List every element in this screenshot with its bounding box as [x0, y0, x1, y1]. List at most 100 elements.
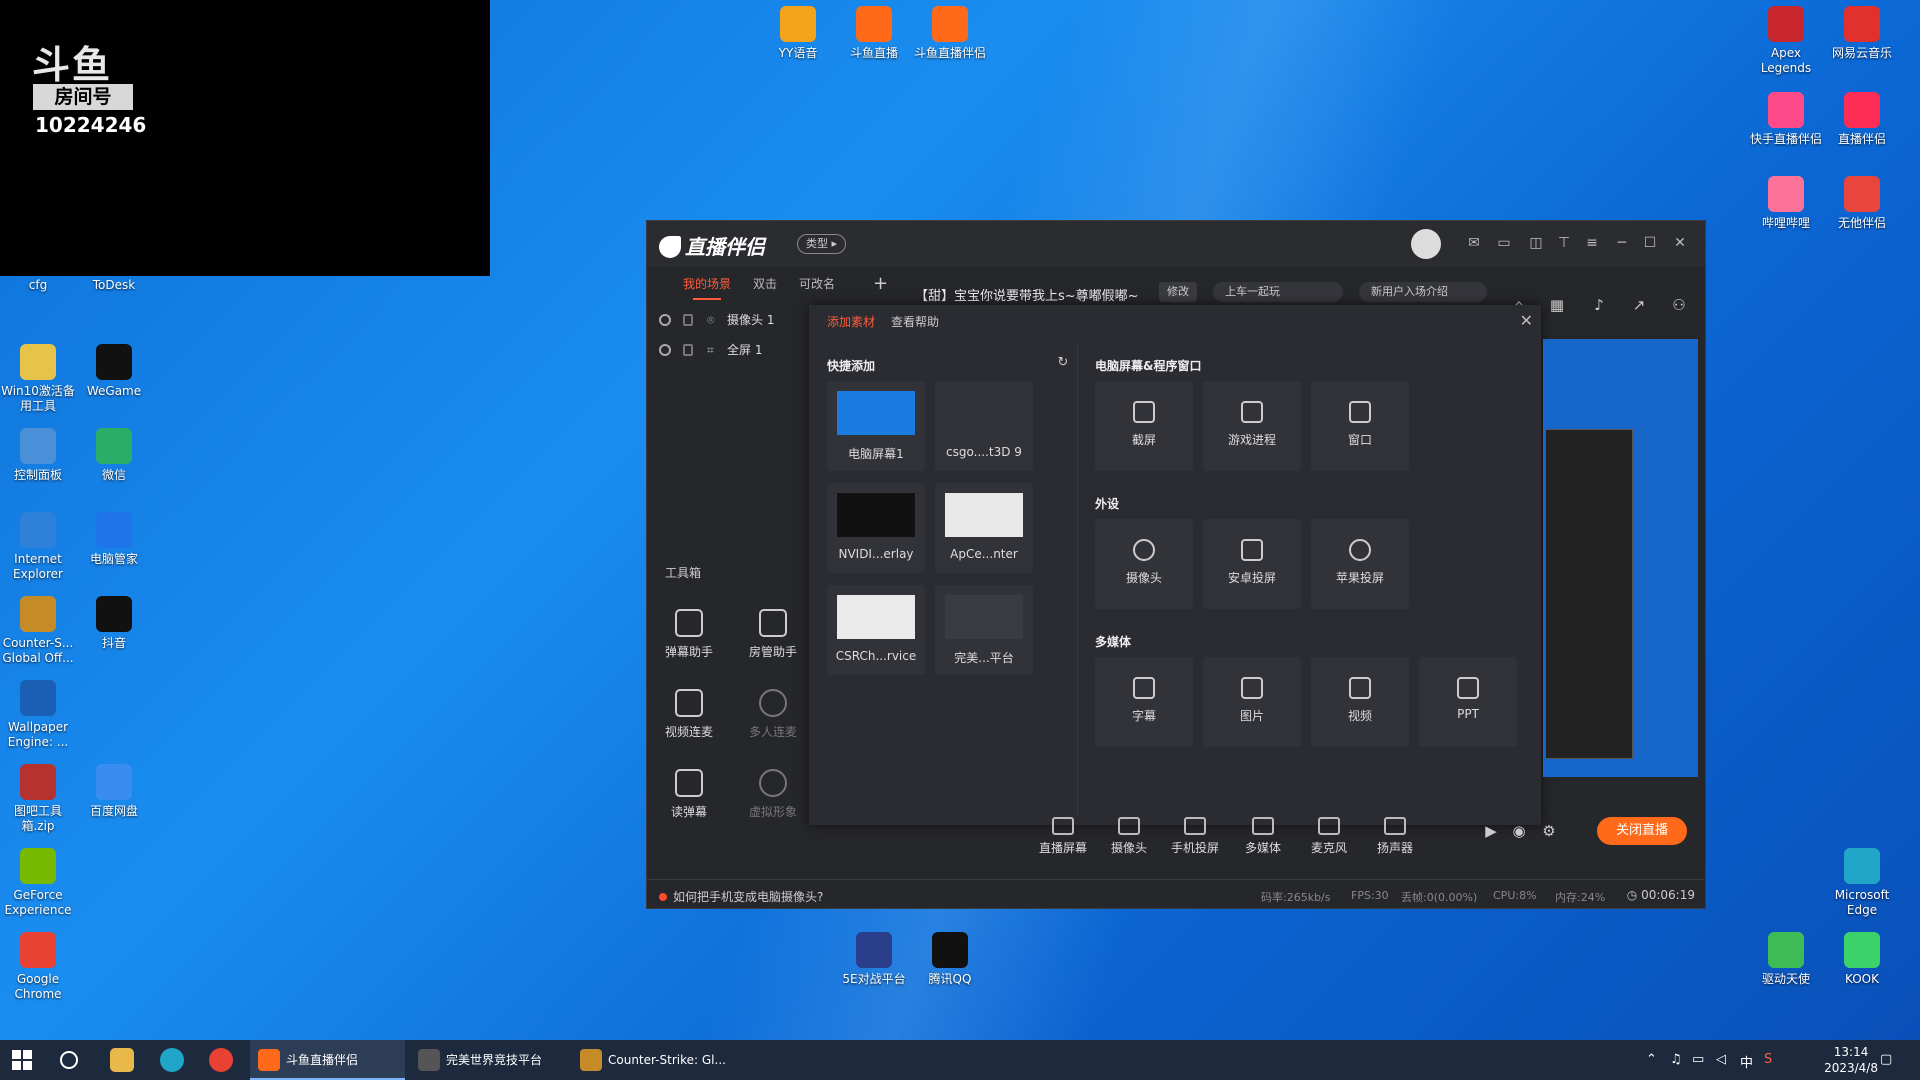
bell-icon[interactable]: ♪	[1589, 295, 1609, 315]
menu-icon[interactable]: ≡	[1583, 234, 1601, 252]
add-android-cast-button[interactable]: 安卓投屏	[1203, 519, 1301, 609]
tool-virtual-avatar[interactable]: 虚拟形象	[731, 769, 815, 820]
add-scene-button[interactable]: +	[873, 273, 888, 294]
tray-expand-icon[interactable]: ⌃	[1646, 1052, 1657, 1067]
end-live-button[interactable]: 关闭直播	[1597, 817, 1687, 845]
lock-icon[interactable]	[683, 344, 693, 356]
quick-item-screen-1[interactable]: 电脑屏幕1	[827, 381, 925, 471]
desktop-icon-qq[interactable]: 腾讯QQ	[912, 932, 988, 987]
desktop-icon-wallpaper-engine[interactable]: Wallpaper Engine: ...	[0, 680, 76, 750]
mail-icon[interactable]: ✉	[1465, 234, 1483, 252]
desktop-icon-netease-music[interactable]: 网易云音乐	[1824, 6, 1900, 61]
tab-view-help[interactable]: 查看帮助	[891, 313, 939, 330]
share-icon[interactable]: ↗	[1629, 295, 1649, 315]
add-game-process-button[interactable]: 游戏进程	[1203, 381, 1301, 471]
refresh-icon[interactable]: ↻	[1053, 353, 1073, 373]
network-icon[interactable]: ▭	[1692, 1052, 1704, 1067]
desktop-icon-edge[interactable]: Microsoft Edge	[1824, 848, 1900, 918]
system-clock[interactable]: 13:14 2023/4/8	[1824, 1044, 1878, 1076]
add-apple-cast-button[interactable]: 苹果投屏	[1311, 519, 1409, 609]
close-panel-icon[interactable]: ✕	[1520, 311, 1533, 330]
desktop-icon-bilibili[interactable]: 哔哩哔哩	[1748, 176, 1824, 231]
desktop-icon-wechat[interactable]: 微信	[76, 428, 152, 483]
layout-icon[interactable]: ◫	[1527, 234, 1545, 252]
help-tip-link[interactable]: 如何把手机变成电脑摄像头?	[659, 888, 823, 905]
desktop-icon-douyin[interactable]: 抖音	[76, 596, 152, 651]
category-button[interactable]: 类型 ▸	[797, 234, 847, 254]
desktop-icon-kuaishou[interactable]: 快手直播伴侣	[1748, 92, 1824, 147]
desktop-icon-5e[interactable]: 5E对战平台	[836, 932, 912, 987]
quick-item-apcenter[interactable]: ApCe...nter	[935, 483, 1033, 573]
task-csgo[interactable]: Counter-Strike: Gl...	[572, 1040, 727, 1080]
add-window-button[interactable]: 窗口	[1311, 381, 1409, 471]
shirt-icon[interactable]: ⊤	[1555, 234, 1573, 252]
notification-icon[interactable]: ▢	[1880, 1052, 1892, 1067]
desktop-icon-geforce[interactable]: GeForce Experience	[0, 848, 76, 918]
user-avatar[interactable]	[1411, 229, 1441, 259]
record-icon[interactable]: ▶	[1481, 821, 1501, 841]
quick-item-wanmei[interactable]: 完美...平台	[935, 585, 1033, 675]
screen-icon[interactable]: ▭	[1495, 234, 1513, 252]
ime-indicator[interactable]: 中	[1740, 1052, 1753, 1071]
add-subtitle-button[interactable]: 字幕	[1095, 657, 1193, 747]
desktop-icon-csgo[interactable]: Counter-S... Global Off...	[0, 596, 76, 666]
quick-item-nvidia-overlay[interactable]: NVIDI...erlay	[827, 483, 925, 573]
desktop-icon-zhibo-banlv[interactable]: 直播伴侣	[1824, 92, 1900, 147]
visibility-eye-icon[interactable]	[659, 344, 671, 356]
add-video-button[interactable]: 视频	[1311, 657, 1409, 747]
desktop-icon-douyu[interactable]: 斗鱼直播	[836, 6, 912, 61]
people-icon[interactable]: ⚇	[1669, 295, 1689, 315]
close-icon[interactable]: ✕	[1671, 234, 1689, 252]
microphone-tray-icon[interactable]: ♫	[1670, 1052, 1682, 1067]
desktop-icon-tuba-zip[interactable]: 图吧工具箱.zip	[0, 764, 76, 834]
eye-icon[interactable]: ◉	[1509, 821, 1529, 841]
tab-scene-2[interactable]: 双击	[753, 275, 777, 292]
desktop-icon-wegame[interactable]: WeGame	[76, 344, 152, 399]
tool-danmu-assistant[interactable]: 弹幕助手	[647, 609, 731, 660]
desktop-icon-driver-angel[interactable]: 驱动天使	[1748, 932, 1824, 987]
bottom-live-screen[interactable]: 直播屏幕	[1037, 817, 1089, 856]
desktop-icon-ie[interactable]: Internet Explorer	[0, 512, 76, 582]
source-camera-1[interactable]: ⌾ 摄像头 1	[647, 305, 807, 335]
tool-room-manager[interactable]: 房管助手	[731, 609, 815, 660]
edge-icon[interactable]	[160, 1048, 184, 1072]
desktop-icon-kook[interactable]: KOOK	[1824, 932, 1900, 987]
desktop-icon-douyu-companion[interactable]: 斗鱼直播伴侣	[912, 6, 988, 61]
bottom-microphone[interactable]: 麦克风	[1303, 817, 1355, 856]
desktop-icon-apex[interactable]: Apex Legends	[1748, 6, 1824, 76]
lock-icon[interactable]	[683, 314, 693, 326]
source-fullscreen-1[interactable]: ⌗ 全屏 1	[647, 335, 807, 365]
desktop-icon-todesk[interactable]: ToDesk	[76, 278, 152, 293]
minimize-icon[interactable]: ─	[1613, 234, 1631, 252]
tab-my-scenes[interactable]: 我的场景	[683, 275, 731, 300]
file-explorer-icon[interactable]	[110, 1048, 134, 1072]
tool-multi-link[interactable]: 多人连麦	[731, 689, 815, 740]
windows-start-icon[interactable]	[12, 1050, 32, 1070]
quick-item-csgo[interactable]: csgo....t3D 9	[935, 381, 1033, 471]
grid-icon[interactable]: ▦	[1547, 295, 1567, 315]
bottom-camera[interactable]: 摄像头	[1103, 817, 1155, 856]
tab-scene-3[interactable]: 可改名	[799, 275, 835, 292]
maximize-icon[interactable]: ☐	[1641, 234, 1659, 252]
desktop-icon-win10-tool[interactable]: Win10激活备用工具	[0, 344, 76, 414]
desktop-icon-wuta[interactable]: 无他伴侣	[1824, 176, 1900, 231]
visibility-eye-icon[interactable]	[659, 314, 671, 326]
add-image-button[interactable]: 图片	[1203, 657, 1301, 747]
task-wanmei-platform[interactable]: 完美世界竞技平台	[410, 1040, 570, 1080]
tab-add-material[interactable]: 添加素材	[827, 313, 875, 330]
desktop-icon-baidu-pan[interactable]: 百度网盘	[76, 764, 152, 819]
chrome-icon[interactable]	[209, 1048, 233, 1072]
add-ppt-button[interactable]: PPT	[1419, 657, 1517, 747]
tool-video-link[interactable]: 视频连麦	[647, 689, 731, 740]
desktop-icon-cfg[interactable]: cfg	[0, 278, 76, 293]
bottom-phone-cast[interactable]: 手机投屏	[1169, 817, 1221, 856]
sogou-ime-icon[interactable]: S	[1764, 1052, 1772, 1067]
add-screenshot-button[interactable]: 截屏	[1095, 381, 1193, 471]
desktop-icon-chrome[interactable]: Google Chrome	[0, 932, 76, 1002]
bottom-multimedia[interactable]: 多媒体	[1237, 817, 1289, 856]
volume-icon[interactable]: ◁	[1716, 1052, 1726, 1067]
edit-title-button[interactable]: 修改	[1159, 282, 1197, 302]
tool-read-danmu[interactable]: 读弹幕	[647, 769, 731, 820]
tag-field-2[interactable]: 新用户入场介绍	[1359, 282, 1487, 302]
quick-item-csrchservice[interactable]: CSRCh...rvice	[827, 585, 925, 675]
